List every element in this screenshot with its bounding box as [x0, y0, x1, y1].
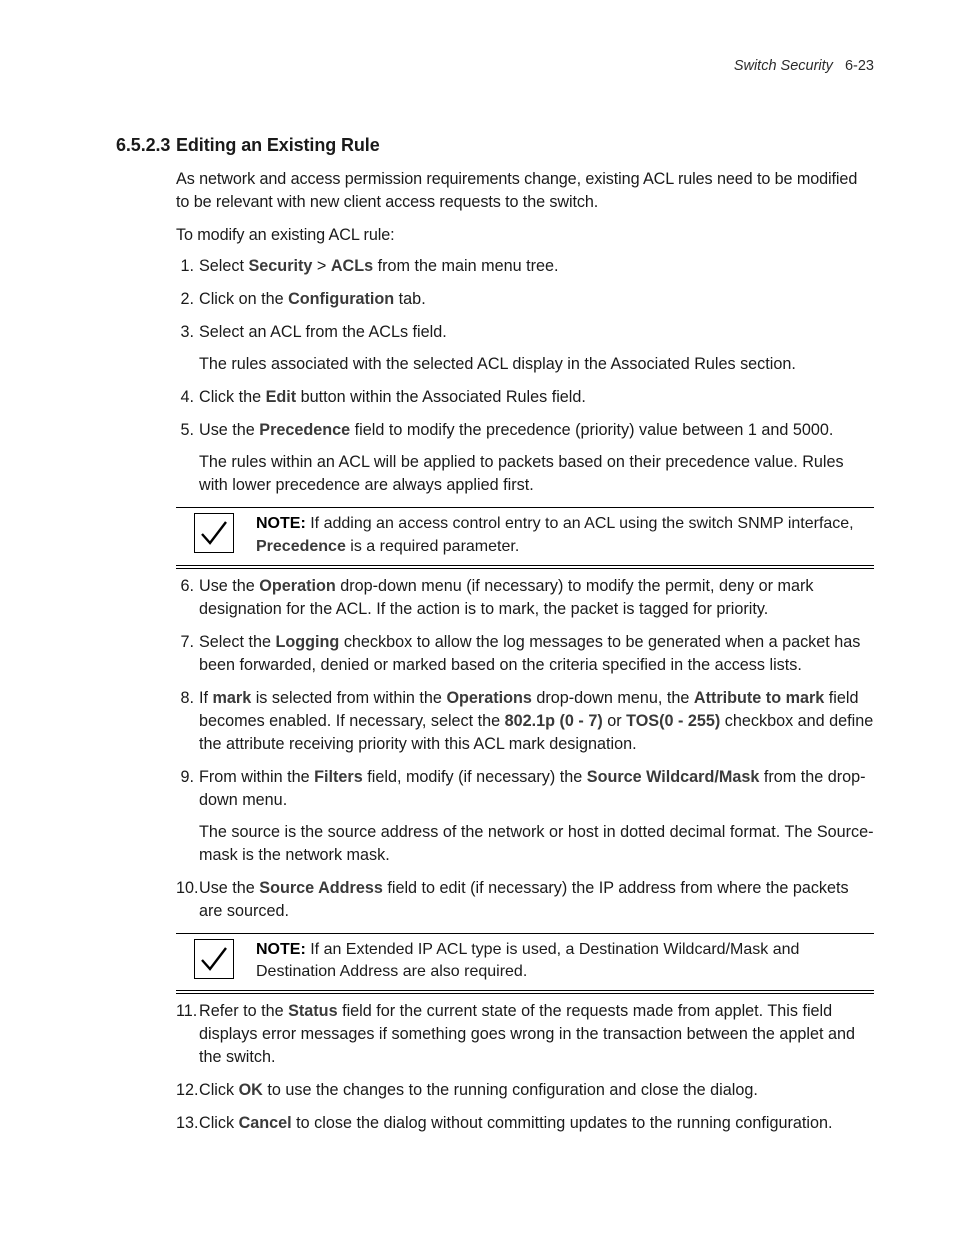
step-number: 4. [176, 386, 194, 409]
step-item: 5.Use the Precedence field to modify the… [176, 419, 874, 497]
steps-list: 1.Select Security > ACLs from the main m… [176, 255, 874, 497]
step-subtext: The rules associated with the selected A… [199, 353, 874, 376]
step-text: Click Cancel to close the dialog without… [199, 1112, 874, 1135]
step-number: 13. [176, 1112, 194, 1135]
step-subtext: The rules within an ACL will be applied … [199, 451, 874, 497]
checkmark-icon [194, 513, 234, 553]
step-text: Select the Logging checkbox to allow the… [199, 631, 874, 677]
step-text: From within the Filters field, modify (i… [199, 766, 874, 812]
step-number: 8. [176, 687, 194, 710]
intro-paragraph: As network and access permission require… [176, 168, 874, 214]
step-text: Click OK to use the changes to the runni… [199, 1079, 874, 1102]
step-number: 1. [176, 255, 194, 278]
note-text: NOTE: If adding an access control entry … [256, 513, 874, 558]
step-number: 11. [176, 1000, 194, 1023]
step-number: 7. [176, 631, 194, 654]
step-text: Select an ACL from the ACLs field. [199, 321, 874, 344]
section-title: Editing an Existing Rule [176, 133, 380, 159]
intro-lead: To modify an existing ACL rule: [176, 224, 874, 247]
step-text: Select Security > ACLs from the main men… [199, 255, 874, 278]
content-body: As network and access permission require… [116, 168, 874, 1135]
step-item: 10. Use the Source Address field to edit … [176, 877, 874, 923]
step-item: 8.If mark is selected from within the Op… [176, 687, 874, 756]
section-heading: 6.5.2.3 Editing an Existing Rule [116, 133, 874, 159]
step-number: 5. [176, 419, 194, 442]
step-item: 4.Click the Edit button within the Assoc… [176, 386, 874, 409]
step-number: 9. [176, 766, 194, 789]
step-number: 6. [176, 575, 194, 598]
steps-list: 6.Use the Operation drop-down menu (if n… [176, 575, 874, 923]
step-number: 10. [176, 877, 194, 900]
step-text: If mark is selected from within the Oper… [199, 687, 874, 756]
step-item: 13. Click Cancel to close the dialog with… [176, 1112, 874, 1135]
step-number: 2. [176, 288, 194, 311]
step-item: 2.Click on the Configuration tab. [176, 288, 874, 311]
note-block: NOTE: If an Extended IP ACL type is used… [176, 933, 874, 991]
note-block: NOTE: If adding an access control entry … [176, 507, 874, 565]
step-text: Click on the Configuration tab. [199, 288, 874, 311]
step-text: Refer to the Status field for the curren… [199, 1000, 874, 1069]
section-number: 6.5.2.3 [116, 133, 176, 159]
note-text: NOTE: If an Extended IP ACL type is used… [256, 939, 874, 984]
note-label: NOTE: [256, 941, 306, 958]
step-item: 9.From within the Filters field, modify … [176, 766, 874, 867]
step-text: Click the Edit button within the Associa… [199, 386, 874, 409]
note-label: NOTE: [256, 515, 306, 532]
chapter-name: Switch Security [734, 58, 833, 74]
steps-list: 11. Refer to the Status field for the cur… [176, 1000, 874, 1135]
checkmark-icon [194, 939, 234, 979]
step-item: 1.Select Security > ACLs from the main m… [176, 255, 874, 278]
step-text: Use the Operation drop-down menu (if nec… [199, 575, 874, 621]
step-number: 3. [176, 321, 194, 344]
step-item: 7.Select the Logging checkbox to allow t… [176, 631, 874, 677]
step-item: 11. Refer to the Status field for the cur… [176, 1000, 874, 1069]
step-item: 3.Select an ACL from the ACLs field. The … [176, 321, 874, 376]
step-text: Use the Precedence field to modify the p… [199, 419, 874, 442]
step-item: 6.Use the Operation drop-down menu (if n… [176, 575, 874, 621]
step-item: 12. Click OK to use the changes to the ru… [176, 1079, 874, 1102]
step-text: Use the Source Address field to edit (if… [199, 877, 874, 923]
step-number: 12. [176, 1079, 194, 1102]
page-number: 6-23 [845, 58, 874, 74]
step-subtext: The source is the source address of the … [199, 821, 874, 867]
page-header: Switch Security 6-23 [116, 56, 874, 77]
